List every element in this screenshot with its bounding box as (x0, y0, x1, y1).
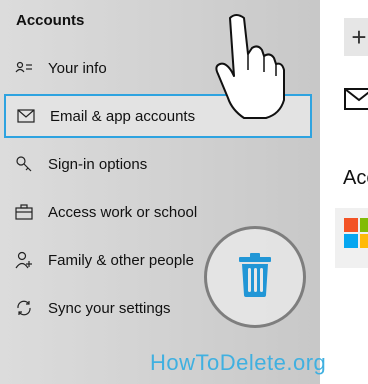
sidebar-item-label: Sign-in options (48, 155, 148, 173)
sidebar-item-sign-in-options[interactable]: Sign-in options (4, 142, 312, 186)
main-content-pane (320, 0, 368, 384)
add-person-icon (14, 250, 34, 270)
contact-card-icon (14, 58, 34, 78)
briefcase-icon (14, 202, 34, 222)
microsoft-logo-icon (344, 218, 368, 260)
hand-pointer-icon (208, 10, 288, 120)
delete-highlight-circle[interactable] (204, 226, 306, 328)
add-account-button[interactable]: + (344, 18, 368, 56)
sidebar-item-label: Family & other people (48, 251, 194, 269)
key-icon (14, 154, 34, 174)
section-heading: Acc (343, 167, 368, 189)
sync-icon (14, 298, 34, 318)
sidebar-item-label: Sync your settings (48, 299, 171, 317)
trash-icon (238, 252, 272, 302)
sidebar-item-label: Your info (48, 59, 107, 77)
sidebar-item-label: Email & app accounts (50, 107, 196, 125)
watermark-text: HowToDelete.org (150, 350, 327, 375)
sidebar-item-label: Access work or school (48, 203, 198, 221)
sidebar-title: Accounts (16, 12, 85, 29)
mail-icon (16, 106, 36, 126)
plus-icon: + (351, 22, 367, 52)
mail-icon (344, 88, 368, 115)
